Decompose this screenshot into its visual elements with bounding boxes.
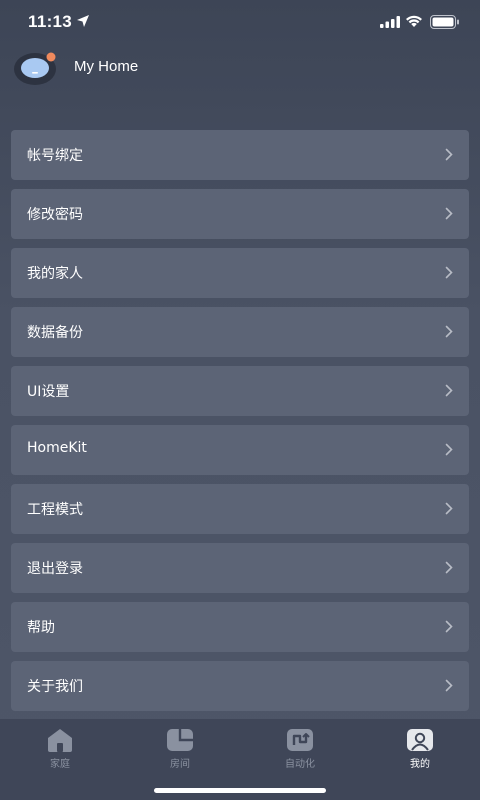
chevron-right-icon — [445, 620, 453, 633]
menu-item-homekit[interactable]: HomeKit — [11, 425, 469, 475]
chevron-right-icon — [445, 561, 453, 574]
menu-item-label: 修改密码 — [27, 207, 83, 223]
menu-item-change-password[interactable]: 修改密码 — [11, 189, 469, 239]
home-icon — [48, 729, 72, 752]
tab-home[interactable]: 家庭 — [20, 727, 100, 770]
menu-item-help[interactable]: 帮助 — [11, 602, 469, 652]
tab-automation[interactable]: 自动化 — [260, 727, 340, 770]
menu-item-label: 我的家人 — [27, 266, 83, 282]
avatar[interactable] — [14, 50, 58, 86]
menu-item-data-backup[interactable]: 数据备份 — [11, 307, 469, 357]
menu-item-label: 帐号绑定 — [27, 148, 83, 164]
chevron-right-icon — [445, 207, 453, 220]
settings-menu: 帐号绑定 修改密码 我的家人 数据备份 UI设置 HomeKit 工程模式 退出… — [11, 130, 469, 720]
menu-item-label: 关于我们 — [27, 679, 83, 695]
profile-header[interactable]: My Home — [14, 50, 314, 86]
chevron-right-icon — [445, 384, 453, 397]
chevron-right-icon — [445, 502, 453, 515]
cellular-signal-icon — [380, 16, 400, 28]
menu-item-label: 退出登录 — [27, 561, 83, 577]
chevron-right-icon — [445, 679, 453, 692]
menu-item-label: 工程模式 — [27, 502, 83, 518]
menu-item-engineering-mode[interactable]: 工程模式 — [11, 484, 469, 534]
tab-mine[interactable]: 我的 — [380, 727, 460, 770]
menu-item-label: 数据备份 — [27, 325, 83, 341]
home-indicator[interactable] — [154, 788, 326, 793]
profile-icon — [407, 729, 433, 751]
menu-item-logout[interactable]: 退出登录 — [11, 543, 469, 593]
tab-label: 我的 — [410, 759, 430, 770]
menu-item-my-family[interactable]: 我的家人 — [11, 248, 469, 298]
menu-item-about-us[interactable]: 关于我们 — [11, 661, 469, 711]
chevron-right-icon — [445, 148, 453, 161]
tab-label: 家庭 — [50, 759, 70, 770]
menu-item-label: HomeKit — [27, 440, 87, 456]
menu-item-label: 帮助 — [27, 620, 55, 636]
chevron-right-icon — [445, 266, 453, 279]
status-bar: 11:13 — [0, 0, 480, 44]
profile-name: My Home — [74, 58, 139, 75]
chevron-right-icon — [445, 325, 453, 338]
chevron-right-icon — [445, 443, 453, 456]
status-time: 11:13 — [28, 12, 73, 31]
wifi-icon — [406, 15, 422, 27]
menu-item-ui-settings[interactable]: UI设置 — [11, 366, 469, 416]
automation-icon — [287, 729, 313, 751]
menu-item-account-binding[interactable]: 帐号绑定 — [11, 130, 469, 180]
room-icon — [167, 729, 193, 751]
location-arrow-icon — [77, 15, 89, 27]
tab-label: 房间 — [170, 759, 190, 770]
tab-label: 自动化 — [285, 759, 315, 770]
battery-icon — [430, 15, 459, 29]
tab-rooms[interactable]: 房间 — [140, 727, 220, 770]
menu-item-label: UI设置 — [27, 384, 70, 400]
